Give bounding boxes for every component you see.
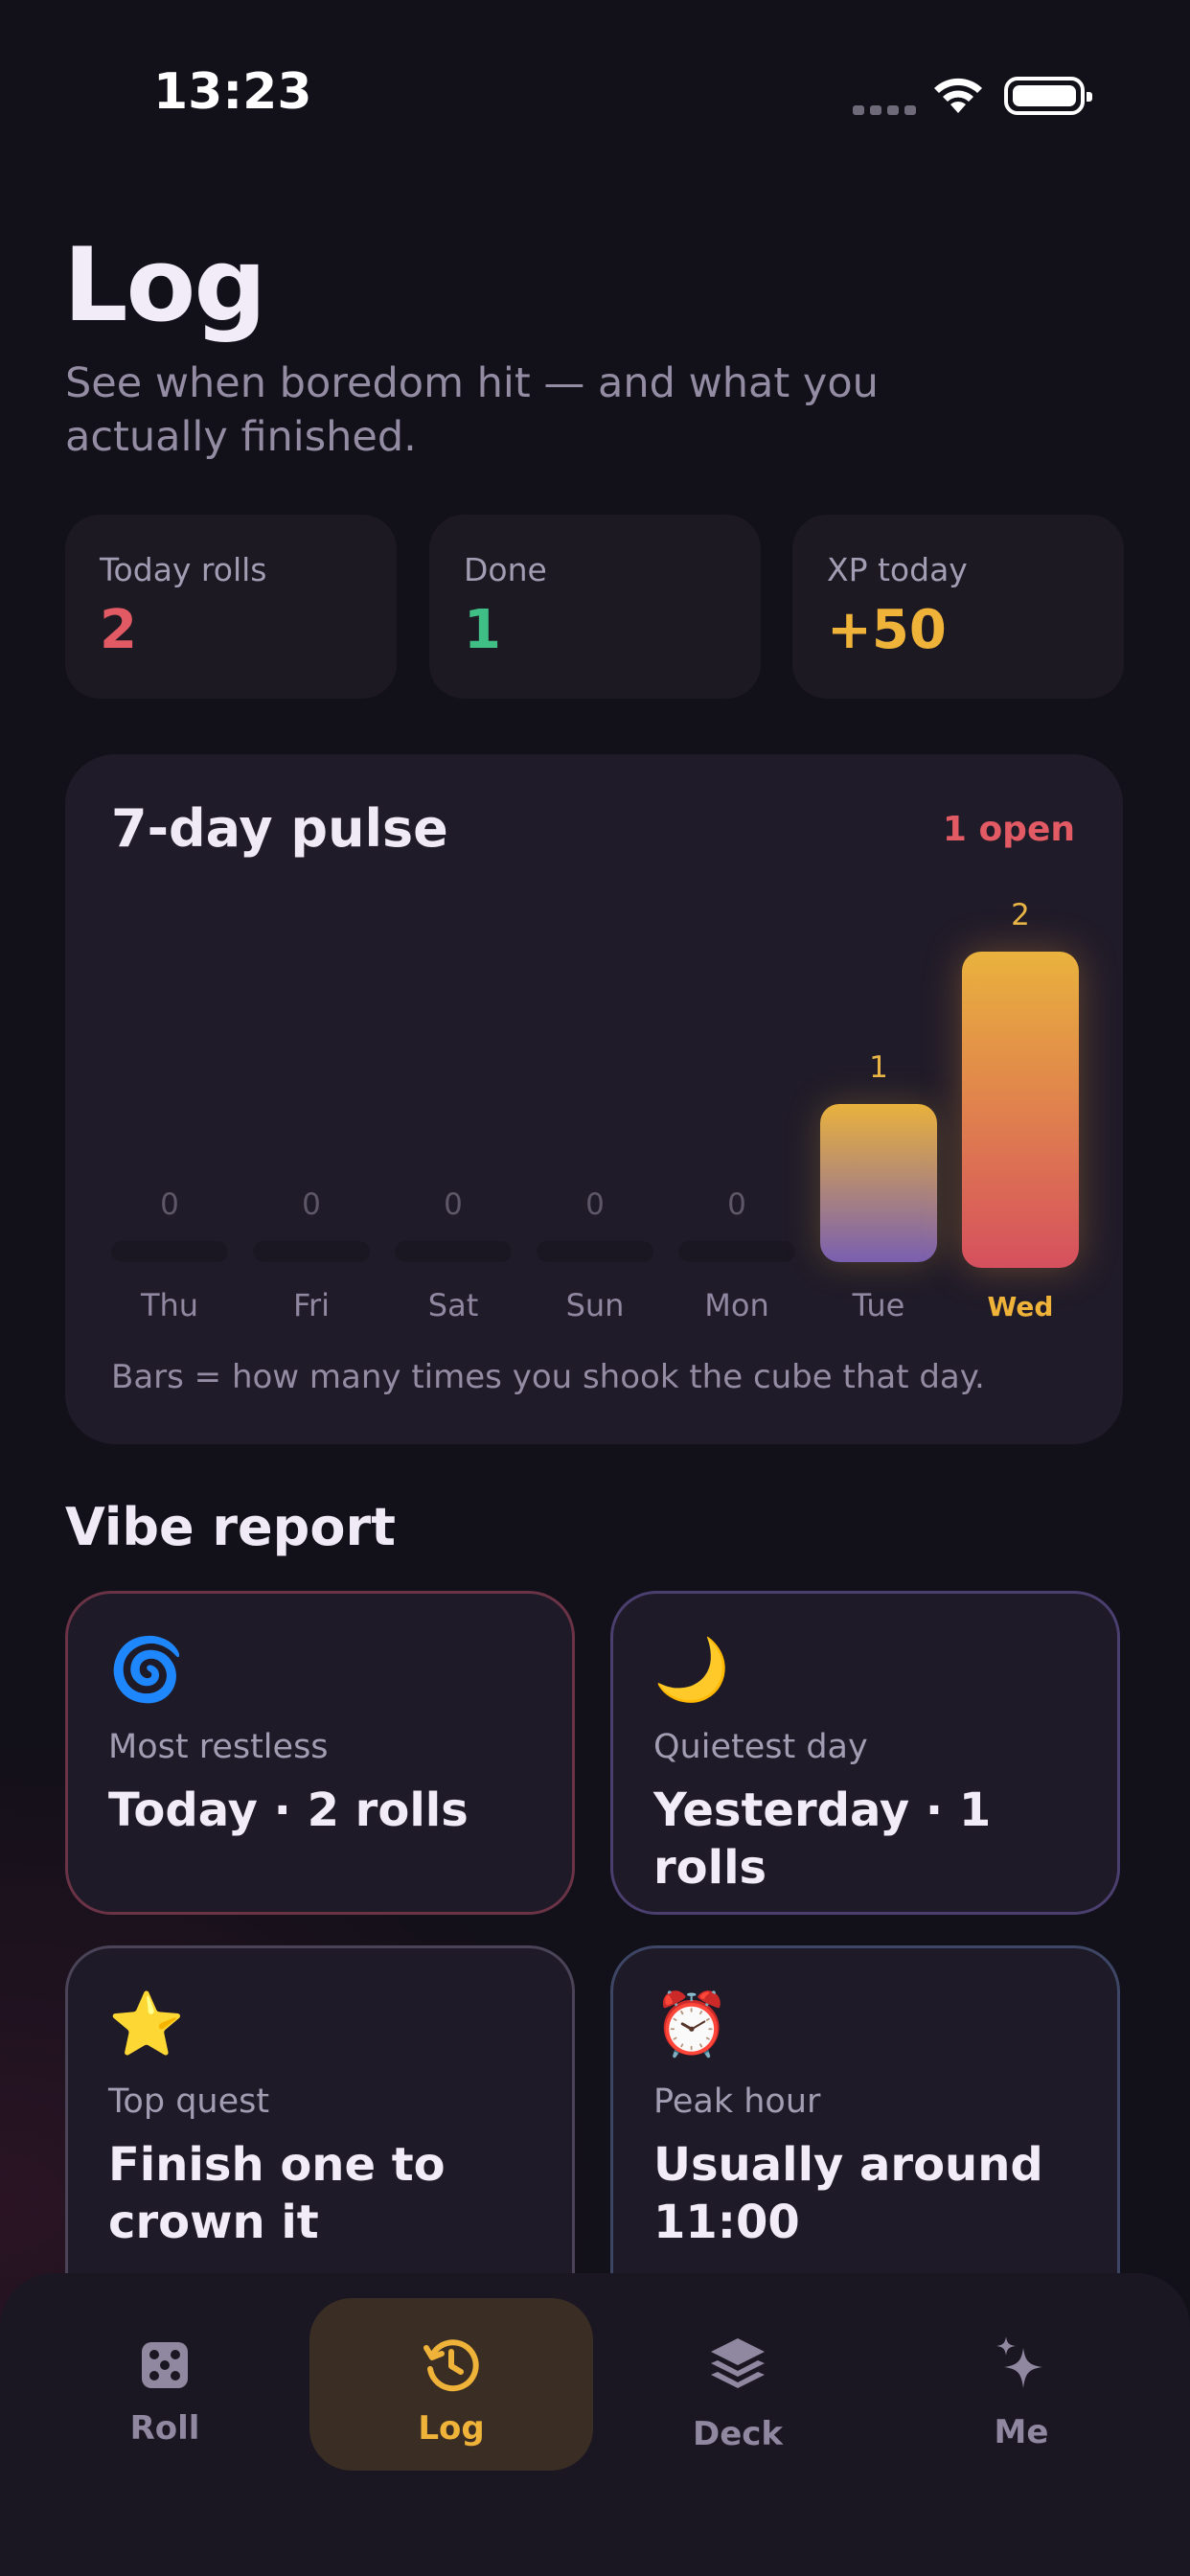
battery-icon: [1004, 77, 1092, 115]
status-time: 13:23: [153, 63, 312, 121]
tab-label: Deck: [692, 2415, 784, 2453]
chart-column-wed: 2 Wed: [962, 754, 1079, 1444]
pulse-note: Bars = how many times you shook the cube…: [111, 1358, 985, 1396]
chart-bar-thu: [111, 1241, 228, 1262]
vibe-card-peak-hour[interactable]: ⏰ Peak hour Usually around 11:00: [610, 1945, 1120, 2329]
vibe-card-value: Finish one to crown it: [108, 2138, 446, 2249]
chart-value-label: 2: [1011, 898, 1030, 932]
star-icon: ⭐: [108, 1990, 185, 2060]
bottom-tab-bar: Roll Log Deck Me: [0, 2273, 1190, 2576]
tab-label: Me: [994, 2413, 1049, 2451]
history-icon: [423, 2339, 479, 2392]
tab-me[interactable]: Me: [880, 2298, 1163, 2471]
stat-value: 2: [100, 599, 137, 661]
stat-card-done: Done 1: [429, 515, 761, 699]
stat-card-xp-today: XP today +50: [792, 515, 1124, 699]
tab-roll[interactable]: Roll: [23, 2298, 307, 2471]
alarm-clock-icon: ⏰: [653, 1990, 730, 2060]
chart-bar-wed: [962, 952, 1079, 1268]
chart-value-label: 1: [869, 1050, 888, 1085]
chart-column-tue: 1 Tue: [820, 754, 937, 1444]
stat-value: 1: [464, 599, 501, 661]
pulse-card: 7-day pulse 1 open 0 Thu 0 Fri 0 Sat 0 Sun 0 Mon 1…: [65, 754, 1123, 1444]
wifi-icon: [934, 78, 982, 113]
chart-value-label: 0: [444, 1187, 463, 1222]
status-bar: 13:23: [0, 0, 1190, 192]
cellular-signal-icon: [853, 105, 916, 115]
chart-column-sun: 0 Sun: [537, 754, 653, 1444]
chart-bar-fri: [253, 1241, 370, 1262]
chart-bar-sat: [395, 1241, 512, 1262]
stat-card-today-rolls: Today rolls 2: [65, 515, 397, 699]
chart-value-label: 0: [585, 1187, 605, 1222]
layers-icon: [711, 2338, 765, 2388]
chart-day-label: Fri: [292, 1287, 331, 1323]
chart-day-label: Wed: [987, 1291, 1054, 1322]
tab-label: Roll: [129, 2409, 200, 2448]
vibe-card-label: Most restless: [108, 1728, 329, 1766]
vibe-card-most-restless[interactable]: 🌀 Most restless Today · 2 rolls: [65, 1591, 575, 1915]
chart-column-thu: 0 Thu: [111, 754, 228, 1444]
vibe-card-label: Peak hour: [653, 2082, 821, 2121]
stat-label: XP today: [827, 551, 968, 588]
page-subtitle: See when boredom hit — and what you actu…: [65, 359, 879, 461]
cyclone-icon: 🌀: [108, 1635, 185, 1706]
pulse-bar-chart: 0 Thu 0 Fri 0 Sat 0 Sun 0 Mon 1 Tue 2 Wed: [65, 754, 1123, 1444]
vibe-card-quietest-day[interactable]: 🌙 Quietest day Yesterday · 1 rolls: [610, 1591, 1120, 1915]
stat-label: Today rolls: [100, 551, 267, 588]
vibe-card-label: Top quest: [108, 2082, 270, 2121]
vibe-card-label: Quietest day: [653, 1728, 868, 1766]
sparkles-icon: [996, 2336, 1042, 2388]
chart-bar-mon: [678, 1241, 795, 1262]
chart-column-sat: 0 Sat: [395, 754, 512, 1444]
chart-bar-tue: [820, 1104, 937, 1262]
chart-value-label: 0: [160, 1187, 179, 1222]
dice-icon: [142, 2342, 188, 2388]
chart-column-fri: 0 Fri: [253, 754, 370, 1444]
tab-log[interactable]: Log: [309, 2298, 593, 2471]
stat-label: Done: [464, 551, 547, 588]
tab-deck[interactable]: Deck: [596, 2298, 880, 2471]
chart-bar-sun: [537, 1241, 653, 1262]
vibe-card-value: Today · 2 rolls: [108, 1783, 469, 1837]
chart-value-label: 0: [727, 1187, 746, 1222]
chart-day-label: Tue: [852, 1287, 905, 1323]
crescent-moon-icon: 🌙: [653, 1635, 730, 1706]
vibe-report-title: Vibe report: [65, 1497, 396, 1557]
chart-day-label: Mon: [704, 1287, 769, 1323]
vibe-card-top-quest[interactable]: ⭐ Top quest Finish one to crown it: [65, 1945, 575, 2329]
stat-value: +50: [827, 599, 947, 661]
chart-value-label: 0: [302, 1187, 321, 1222]
tab-label: Log: [418, 2409, 485, 2448]
vibe-card-value: Usually around 11:00: [653, 2138, 1043, 2249]
chart-day-label: Sat: [427, 1287, 479, 1323]
vibe-card-value: Yesterday · 1 rolls: [653, 1783, 992, 1895]
page-title: Log: [63, 226, 266, 344]
chart-day-label: Thu: [140, 1287, 199, 1323]
chart-column-mon: 0 Mon: [678, 754, 795, 1444]
chart-day-label: Sun: [565, 1287, 625, 1323]
